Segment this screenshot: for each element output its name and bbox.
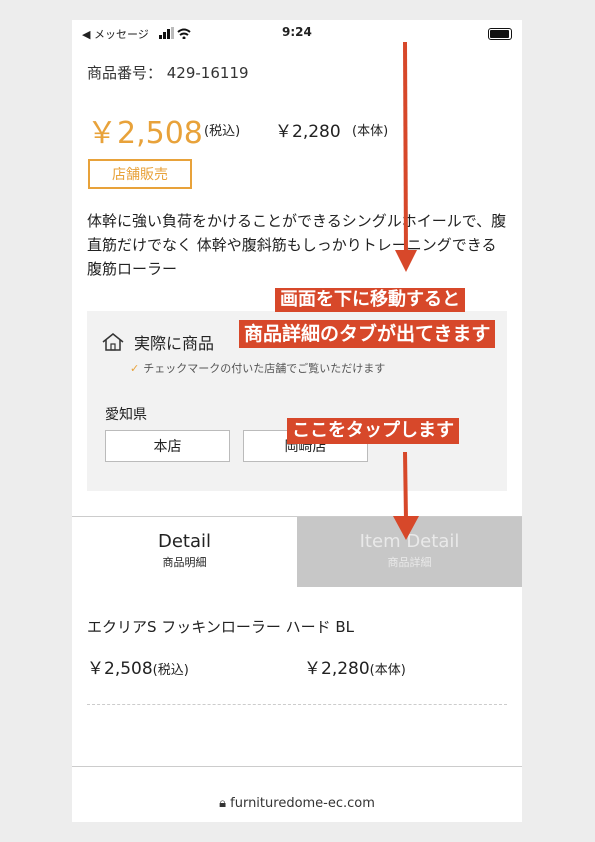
tap-arrow-shaft: [403, 451, 408, 521]
annotation-tab-appears: 商品詳細のタブが出てきます: [239, 320, 496, 348]
annotation-tap-here: ここをタップします: [287, 418, 459, 444]
down-arrow-shaft: [403, 41, 408, 256]
down-arrow-head: [395, 250, 417, 272]
annotation-scroll: 画面を下に移動すると: [275, 288, 465, 312]
tap-arrow-head: [393, 516, 419, 540]
